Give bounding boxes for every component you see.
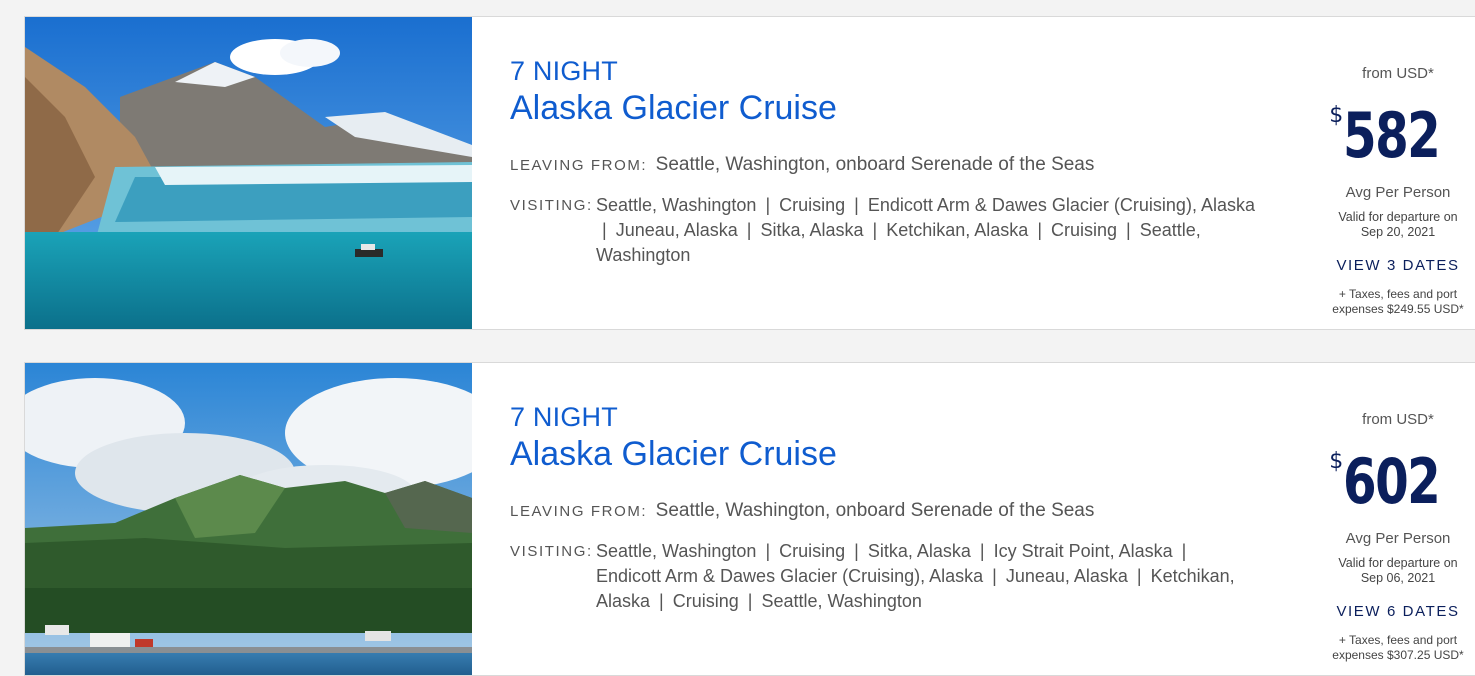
itinerary-stop: Juneau, Alaska <box>1005 566 1128 586</box>
cruise-title[interactable]: Alaska Glacier Cruise <box>510 435 837 474</box>
taxes-line: + Taxes, fees and port <box>1338 287 1458 301</box>
itinerary-stop: Seattle, Washington <box>596 195 757 215</box>
taxes-amount: expenses $307.25 USD* <box>1332 648 1464 662</box>
itinerary-stop: Cruising <box>779 541 846 561</box>
avg-per-person: Avg Per Person <box>1345 184 1451 201</box>
itinerary-stop: Cruising <box>672 591 739 611</box>
currency-symbol: $ <box>1329 449 1344 474</box>
leaving-from: LEAVING FROM: Seattle, Washington, onboa… <box>510 500 1094 522</box>
mountain-photo[interactable] <box>25 363 472 675</box>
taxes-line: + Taxes, fees and port <box>1338 633 1458 647</box>
avg-per-person: Avg Per Person <box>1345 530 1451 547</box>
itinerary-stop: Icy Strait Point, Alaska <box>993 541 1173 561</box>
view-dates-link[interactable]: VIEW 3 DATES <box>1315 257 1475 274</box>
visiting-label: VISITING: <box>510 543 593 560</box>
visiting-label: VISITING: <box>510 197 593 214</box>
valid-departure: Valid for departure on Sep 06, 2021 <box>1315 556 1475 586</box>
price: $602 <box>1315 445 1475 518</box>
price-amount: 602 <box>1343 445 1441 518</box>
cruise-card[interactable]: 7 NIGHT Alaska Glacier Cruise LEAVING FR… <box>24 362 1475 676</box>
taxes-note: + Taxes, fees and port expenses $249.55 … <box>1315 287 1475 317</box>
itinerary-stop: Sitka, Alaska <box>867 541 971 561</box>
valid-date: Sep 20, 2021 <box>1360 225 1436 239</box>
itinerary-stop: Sitka, Alaska <box>760 220 864 240</box>
currency-symbol: $ <box>1329 103 1344 128</box>
cruise-title[interactable]: Alaska Glacier Cruise <box>510 89 837 128</box>
leaving-from: LEAVING FROM: Seattle, Washington, onboa… <box>510 154 1094 176</box>
itinerary-stop: Cruising <box>779 195 846 215</box>
cruise-nights: 7 NIGHT <box>510 56 618 86</box>
leaving-from-value: Seattle, Washington, onboard Serenade of… <box>655 154 1095 175</box>
leaving-from-label: LEAVING FROM: <box>510 157 648 174</box>
cruise-card[interactable]: 7 NIGHT Alaska Glacier Cruise LEAVING FR… <box>24 16 1475 330</box>
itinerary-stops: Seattle, Washington | Cruising | Endicott Ar… <box>596 195 1255 265</box>
itinerary-stop: Endicott Arm & Dawes Glacier (Cruising),… <box>867 195 1255 215</box>
itinerary-stop: Seattle, Washington <box>761 591 922 611</box>
valid-date: Sep 06, 2021 <box>1360 571 1436 585</box>
taxes-amount: expenses $249.55 USD* <box>1332 302 1464 316</box>
itinerary-stop: Ketchikan, Alaska <box>886 220 1029 240</box>
valid-departure: Valid for departure on Sep 20, 2021 <box>1315 210 1475 240</box>
price: $582 <box>1315 99 1475 172</box>
cruise-nights: 7 NIGHT <box>510 402 618 432</box>
leaving-from-value: Seattle, Washington, onboard Serenade of… <box>655 500 1095 521</box>
taxes-note: + Taxes, fees and port expenses $307.25 … <box>1315 633 1475 663</box>
valid-label: Valid for departure on <box>1338 210 1458 224</box>
itinerary-stops: Seattle, Washington | Cruising | Sitka, Alas… <box>596 541 1235 611</box>
glacier-photo[interactable] <box>25 17 472 329</box>
itinerary-stop: Juneau, Alaska <box>615 220 738 240</box>
price-amount: 582 <box>1343 99 1441 172</box>
leaving-from-label: LEAVING FROM: <box>510 503 648 520</box>
from-label: from USD* <box>1362 411 1434 428</box>
itinerary-stop: Cruising <box>1051 220 1118 240</box>
from-label: from USD* <box>1362 65 1434 82</box>
itinerary-stop: Seattle, Washington <box>596 541 757 561</box>
view-dates-link[interactable]: VIEW 6 DATES <box>1315 603 1475 620</box>
itinerary-stop: Endicott Arm & Dawes Glacier (Cruising),… <box>596 566 984 586</box>
valid-label: Valid for departure on <box>1338 556 1458 570</box>
